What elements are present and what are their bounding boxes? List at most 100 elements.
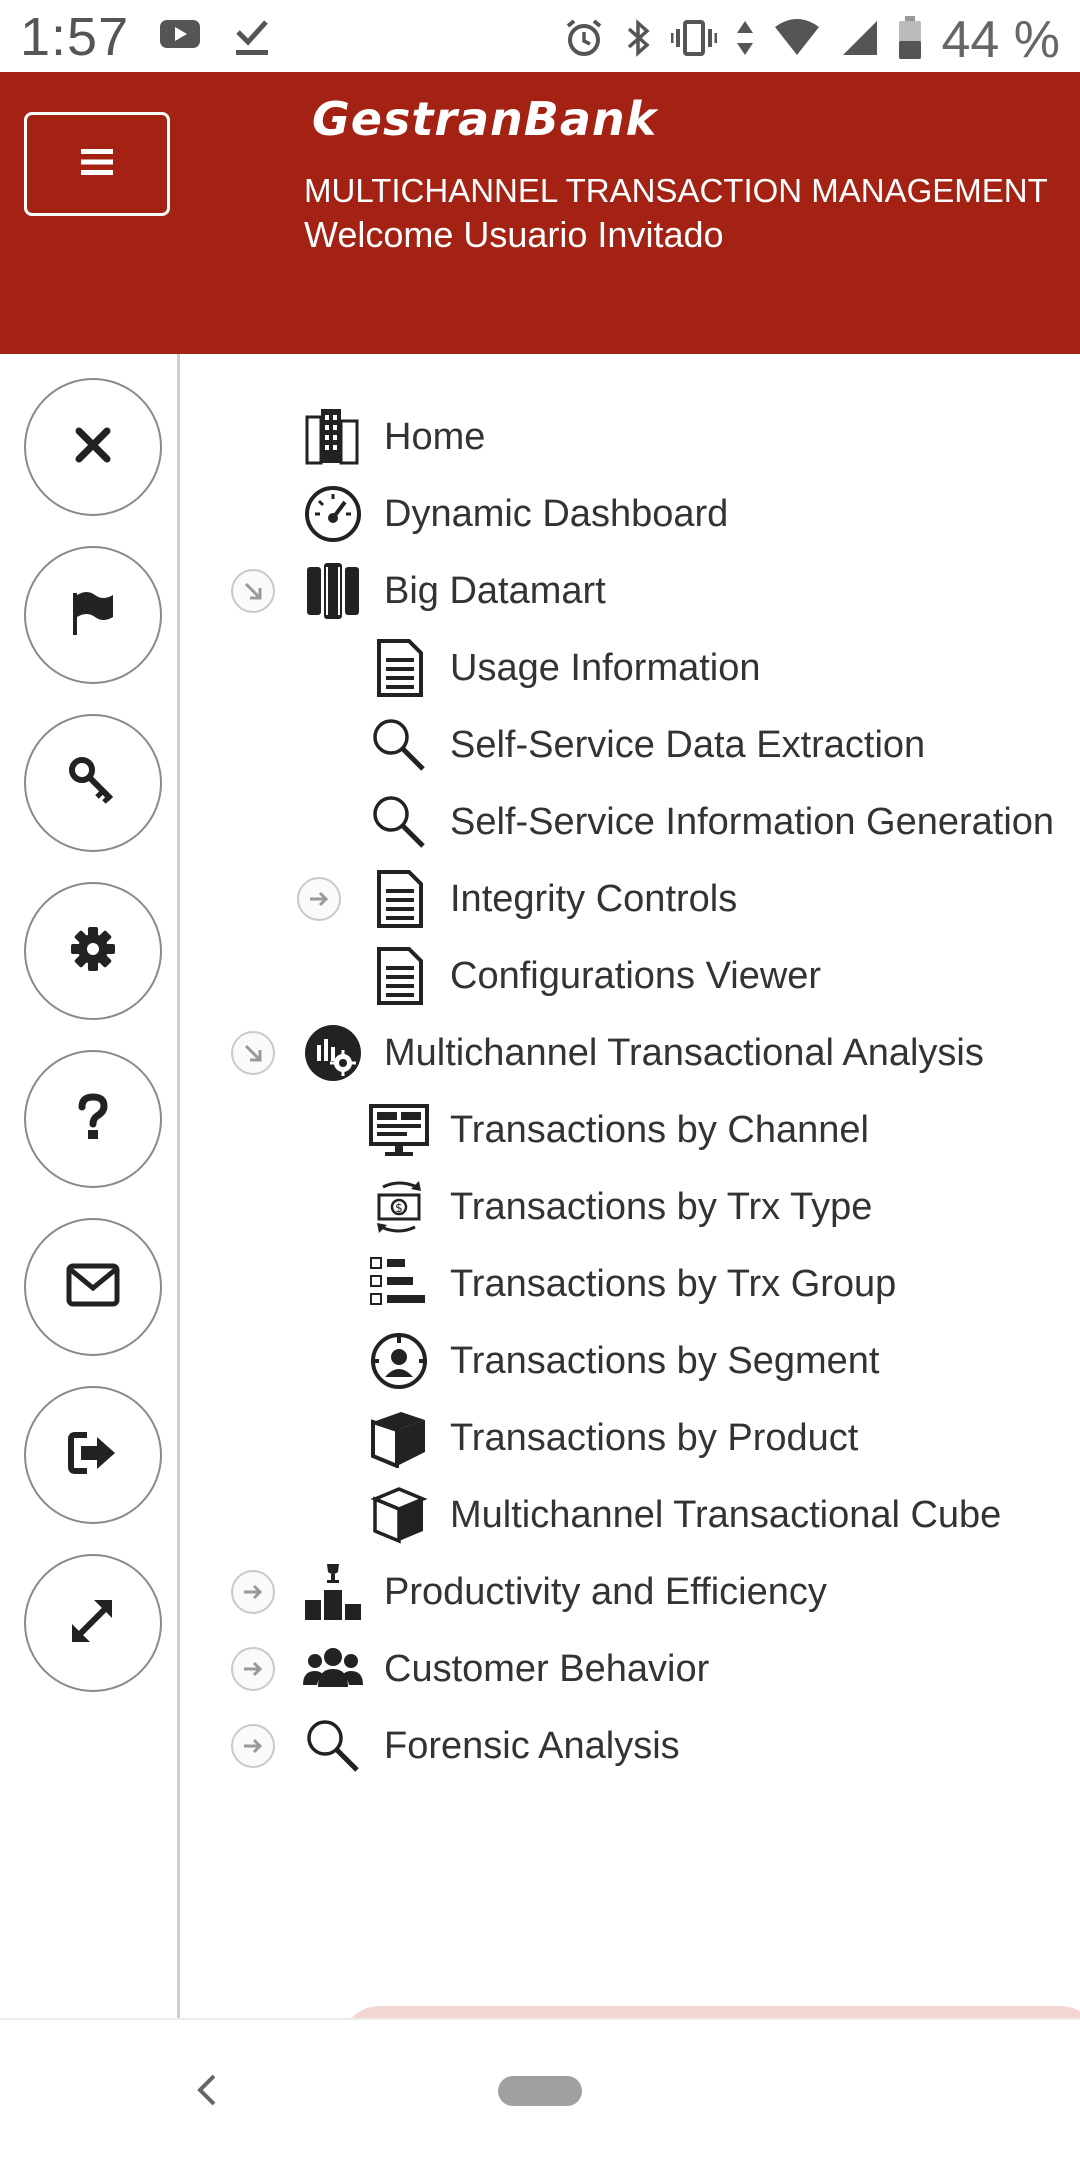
tree-item-label: Self-Service Information Generation	[450, 800, 1055, 843]
tree-item-home[interactable]: Home	[183, 402, 1080, 472]
tree-item-productivity-and-efficiency[interactable]: Productivity and Efficiency	[183, 1557, 1080, 1627]
battery-percent: 44 %	[941, 11, 1060, 69]
status-bar: 1:57 44 %	[0, 0, 1080, 72]
tree-item-multichannel-transactional-cube[interactable]: Multichannel Transactional Cube	[183, 1480, 1080, 1550]
user-target-icon	[367, 1329, 431, 1393]
battery-icon	[897, 15, 923, 66]
signal-icon	[839, 17, 879, 64]
mail-button[interactable]	[24, 1218, 162, 1356]
users-icon	[301, 1637, 365, 1701]
gear-icon	[68, 924, 118, 979]
vibrate-icon	[670, 17, 718, 64]
tree-item-label: Configurations Viewer	[450, 954, 822, 997]
hamburger-icon	[80, 147, 114, 182]
expander-collapsed[interactable]	[231, 1647, 275, 1691]
magnifier-icon	[301, 1714, 365, 1778]
tree-item-label: Usage Information	[450, 646, 761, 689]
tree-item-integrity-controls[interactable]: Integrity Controls	[183, 864, 1080, 934]
grouped-list-icon	[367, 1252, 431, 1316]
tree-item-label: Multichannel Transactional Analysis	[384, 1031, 984, 1074]
analytics-gear-icon	[301, 1021, 365, 1085]
tree-item-label: Transactions by Product	[450, 1416, 859, 1459]
tree-item-label: Forensic Analysis	[384, 1724, 680, 1767]
server-rack-icon	[301, 559, 365, 623]
magnifier-icon	[367, 713, 431, 777]
youtube-icon	[158, 14, 202, 63]
buildings-icon	[301, 405, 365, 469]
tree-item-usage-information[interactable]: Usage Information	[183, 633, 1080, 703]
brand-logo: GestranBank	[312, 92, 658, 146]
tree-item-label: Dynamic Dashboard	[384, 492, 729, 535]
tree-item-label: Integrity Controls	[450, 877, 738, 920]
tree-item-label: Productivity and Efficiency	[384, 1570, 827, 1613]
close-icon	[73, 425, 113, 470]
money-exchange-icon: $	[367, 1175, 431, 1239]
magnifier-icon	[367, 790, 431, 854]
tree-item-self-service-data-extraction[interactable]: Self-Service Data Extraction	[183, 710, 1080, 780]
settings-button[interactable]	[24, 882, 162, 1020]
close-button[interactable]	[24, 378, 162, 516]
speedometer-icon	[301, 482, 365, 546]
expander-collapsed[interactable]	[231, 1570, 275, 1614]
status-time: 1:57	[20, 7, 130, 67]
home-pill-icon[interactable]	[498, 2076, 582, 2106]
key-button[interactable]	[24, 714, 162, 852]
tree-item-transactions-by-channel[interactable]: Transactions by Channel	[183, 1095, 1080, 1165]
box-icon	[367, 1406, 431, 1470]
welcome-message: Welcome Usuario Invitado	[304, 214, 724, 255]
tree-item-transactions-by-trx-group[interactable]: Transactions by Trx Group	[183, 1249, 1080, 1319]
tree-item-label: Transactions by Trx Group	[450, 1262, 897, 1305]
podium-trophy-icon	[301, 1560, 365, 1624]
tree-item-configurations-viewer[interactable]: Configurations Viewer	[183, 941, 1080, 1011]
tree-item-transactions-by-trx-type[interactable]: $ Transactions by Trx Type	[183, 1172, 1080, 1242]
tree-item-label: Customer Behavior	[384, 1647, 710, 1690]
app-header: GestranBank MULTICHANNEL TRANSACTION MAN…	[0, 72, 1080, 354]
logout-button[interactable]	[24, 1386, 162, 1524]
tree-item-label: Transactions by Trx Type	[450, 1185, 873, 1228]
tree-item-customer-behavior[interactable]: Customer Behavior	[183, 1634, 1080, 1704]
tree-item-label: Self-Service Data Extraction	[450, 723, 926, 766]
expander-collapsed[interactable]	[297, 877, 341, 921]
envelope-icon	[66, 1263, 120, 1312]
document-icon	[367, 867, 431, 931]
cube-icon	[367, 1483, 431, 1547]
status-left-icons	[158, 14, 272, 63]
document-icon	[367, 944, 431, 1008]
alarm-icon	[563, 17, 605, 64]
tree-item-transactions-by-product[interactable]: Transactions by Product	[183, 1403, 1080, 1473]
tree-item-dynamic-dashboard[interactable]: Dynamic Dashboard	[183, 479, 1080, 549]
bluetooth-icon	[623, 17, 653, 64]
tree-item-label: Transactions by Channel	[450, 1108, 869, 1151]
menu-toggle-button[interactable]	[24, 112, 170, 216]
download-done-icon	[232, 14, 272, 63]
system-nav-bar	[0, 2018, 1080, 2160]
document-icon	[367, 636, 431, 700]
expander-expanded[interactable]	[231, 569, 275, 613]
data-arrows-icon	[735, 17, 755, 64]
tree-item-multichannel-transactional-analysis[interactable]: Multichannel Transactional Analysis	[183, 1018, 1080, 1088]
tree-item-label: Transactions by Segment	[450, 1339, 880, 1382]
monitor-icon	[367, 1098, 431, 1162]
back-chevron-icon[interactable]	[186, 2068, 230, 2112]
side-rail	[0, 354, 180, 2018]
navigation-tree: Home Dynamic Dashboard Big Datamart Usag…	[183, 354, 1080, 2018]
question-icon	[73, 1092, 113, 1147]
tree-item-label: Big Datamart	[384, 569, 606, 612]
svg-text:$: $	[395, 1201, 403, 1215]
tree-item-big-datamart[interactable]: Big Datamart	[183, 556, 1080, 626]
help-button[interactable]	[24, 1050, 162, 1188]
expander-expanded[interactable]	[231, 1031, 275, 1075]
expander-collapsed[interactable]	[231, 1724, 275, 1768]
flag-button[interactable]	[24, 546, 162, 684]
tree-item-label: Multichannel Transactional Cube	[450, 1493, 1002, 1536]
expand-icon	[68, 1596, 118, 1651]
key-icon	[67, 755, 119, 812]
tree-item-transactions-by-segment[interactable]: Transactions by Segment	[183, 1326, 1080, 1396]
sign-out-icon	[67, 1431, 119, 1480]
tree-item-self-service-information-generation[interactable]: Self-Service Information Generation	[183, 787, 1080, 857]
header-subtitle: MULTICHANNEL TRANSACTION MANAGEMENT	[304, 172, 1048, 209]
tree-item-label: Home	[384, 415, 486, 458]
wifi-icon	[773, 17, 821, 64]
tree-item-forensic-analysis[interactable]: Forensic Analysis	[183, 1711, 1080, 1781]
expand-button[interactable]	[24, 1554, 162, 1692]
